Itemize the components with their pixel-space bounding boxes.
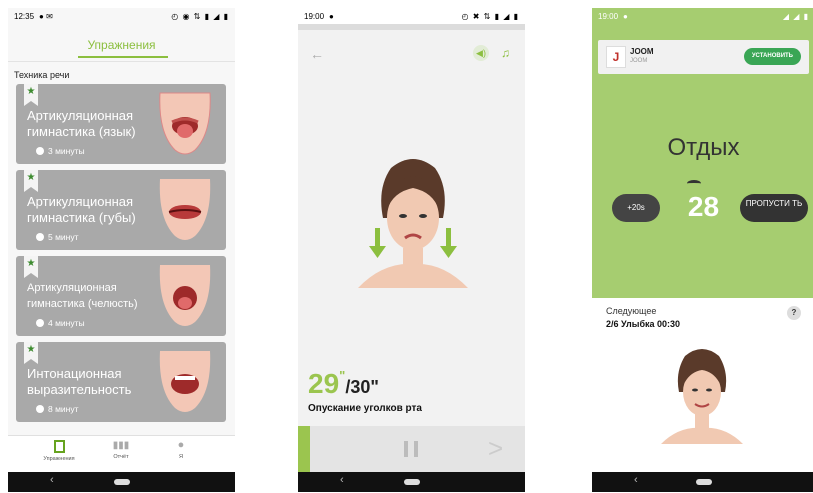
duration-text: 4 минуты <box>48 318 85 328</box>
system-icons: ◴ ✖ ⇅ ▮ ◢ ▮ <box>461 11 519 21</box>
tab-exercises[interactable]: Упражнения <box>34 440 84 462</box>
exercise-name: Опускание уголков рта <box>308 403 422 414</box>
skip-button[interactable]: ПРОПУСТИ ТЬ <box>740 194 808 222</box>
music-icon[interactable]: ♫ <box>501 46 510 60</box>
person-icon: ● <box>177 439 185 451</box>
chart-icon: ▮▮▮ <box>112 440 130 451</box>
status-bar: 19:00 ● ◢ ◢ ▮ <box>592 8 813 24</box>
bottom-tab-bar: Упражнения ▮▮▮ Отчёт ● Я <box>8 435 235 472</box>
notification-icons: ● <box>623 11 628 21</box>
tab-report[interactable]: ▮▮▮ Отчёт <box>96 440 146 460</box>
next-exercise-illustration <box>661 349 743 444</box>
bookmark-star-icon: ★ <box>24 170 38 192</box>
system-navbar: ‹ <box>8 472 235 492</box>
bookmark-star-icon: ★ <box>24 84 38 106</box>
card-duration: 8 минут <box>36 404 79 414</box>
home-nav-icon[interactable] <box>695 479 712 485</box>
next-header: Следующее <box>606 306 657 316</box>
exercises-screen: 12:35 ● ✉ ◴ ◉ ⇅ ▮ ◢ ▮ Упражнения Техника… <box>8 8 235 492</box>
card-title: Артикуляционная гимнастика (язык) <box>27 108 136 139</box>
ad-app-name: JOOM <box>630 47 654 56</box>
duration-text: 8 минут <box>48 404 79 414</box>
sound-icon[interactable]: ◀) <box>473 45 489 61</box>
status-time: 19:00 <box>598 11 619 21</box>
exercise-icon <box>53 440 65 453</box>
exercise-face-illustration <box>358 159 468 288</box>
title-underline <box>78 56 168 58</box>
home-nav-icon[interactable] <box>403 479 420 485</box>
next-exercise-name: 2/6 Улыбка 00:30 <box>606 319 681 329</box>
exercise-card-tongue[interactable]: ★ Артикуляционная гимнастика (язык) 3 ми… <box>16 84 226 164</box>
mouth-illustration <box>159 265 211 326</box>
back-nav-icon[interactable]: ‹ <box>50 474 54 486</box>
rest-screen: 19:00 ● ◢ ◢ ▮ J JOOM JOOM УСТАНОВИТЬ Отд… <box>592 8 813 492</box>
bookmark-star-icon: ★ <box>24 256 38 278</box>
clock-icon <box>36 233 44 241</box>
tab-label: Я <box>179 454 183 460</box>
system-icons: ◢ ◢ ▮ <box>782 11 809 21</box>
back-nav-icon[interactable]: ‹ <box>340 474 344 486</box>
clock-icon <box>36 319 44 327</box>
card-duration: 3 минуты <box>36 146 85 156</box>
notification-icons: ● ✉ <box>39 11 53 21</box>
ad-app-subtitle: JOOM <box>630 58 648 64</box>
card-duration: 4 минуты <box>36 318 85 328</box>
clock-icon <box>36 147 44 155</box>
status-time: 19:00 <box>304 11 325 21</box>
playback-controls: > <box>298 426 525 472</box>
page-title: Упражнения <box>87 38 156 52</box>
status-bar: 12:35 ● ✉ ◴ ◉ ⇅ ▮ ◢ ▮ <box>8 8 235 24</box>
header-divider <box>8 61 235 62</box>
duration-text: 3 минуты <box>48 146 85 156</box>
exercise-player-screen: 19:00 ● ◴ ✖ ⇅ ▮ ◢ ▮ ← ◀) ♫ 29"/30" Опуск… <box>298 8 525 492</box>
status-time: 12:35 <box>14 11 35 21</box>
duration-text: 5 минут <box>48 232 79 242</box>
exercise-card-intonation[interactable]: ★ Интонационная выразительность 8 минут <box>16 342 226 422</box>
system-navbar: ‹ <box>298 472 525 492</box>
rest-title: Отдых <box>667 134 740 161</box>
system-navbar: ‹ <box>592 472 813 492</box>
back-arrow-icon[interactable]: ← <box>310 46 324 62</box>
mouth-illustration <box>159 351 211 412</box>
next-exercise-card: Следующее 2/6 Улыбка 00:30 ? <box>592 298 813 478</box>
notification-icons: ● <box>329 11 334 21</box>
exercise-timer: 29"/30" <box>308 368 379 400</box>
system-icons: ◴ ◉ ⇅ ▮ ◢ ▮ <box>171 11 229 21</box>
exercise-card-jaw[interactable]: ★ Артикуляционная гимнастика (челюсть) 4… <box>16 256 226 336</box>
pause-button[interactable] <box>404 441 418 457</box>
tab-label: Упражнения <box>43 456 75 462</box>
joom-logo-icon: J <box>606 46 626 68</box>
next-exercise-button[interactable]: > <box>488 434 503 462</box>
card-duration: 5 минут <box>36 232 79 242</box>
mouth-illustration <box>159 179 211 240</box>
card-title: Артикуляционная гимнастика (челюсть) <box>27 282 138 310</box>
exercise-card-lips[interactable]: ★ Артикуляционная гимнастика (губы) 5 ми… <box>16 170 226 250</box>
back-nav-icon[interactable]: ‹ <box>634 474 638 486</box>
install-button[interactable]: УСТАНОВИТЬ <box>743 48 801 65</box>
session-progress-bar <box>298 24 525 30</box>
home-nav-icon[interactable] <box>113 479 130 485</box>
tab-label: Отчёт <box>113 454 129 460</box>
bookmark-star-icon: ★ <box>24 342 38 364</box>
card-title: Интонационная выразительность <box>27 366 132 397</box>
tab-me[interactable]: ● Я <box>156 439 206 461</box>
section-heading: Техника речи <box>14 70 70 80</box>
card-title: Артикуляционная гимнастика (губы) <box>27 194 136 225</box>
timer-total: /30" <box>345 377 379 397</box>
help-icon[interactable]: ? <box>787 306 801 320</box>
timer-current: 29 <box>308 368 340 399</box>
mouth-illustration <box>159 92 211 155</box>
clock-icon <box>36 405 44 413</box>
ad-banner[interactable]: J JOOM JOOM УСТАНОВИТЬ <box>598 40 809 74</box>
status-bar: 19:00 ● ◴ ✖ ⇅ ▮ ◢ ▮ <box>298 8 525 24</box>
countdown-arc <box>687 180 701 187</box>
exercise-progress-fill <box>298 426 310 472</box>
